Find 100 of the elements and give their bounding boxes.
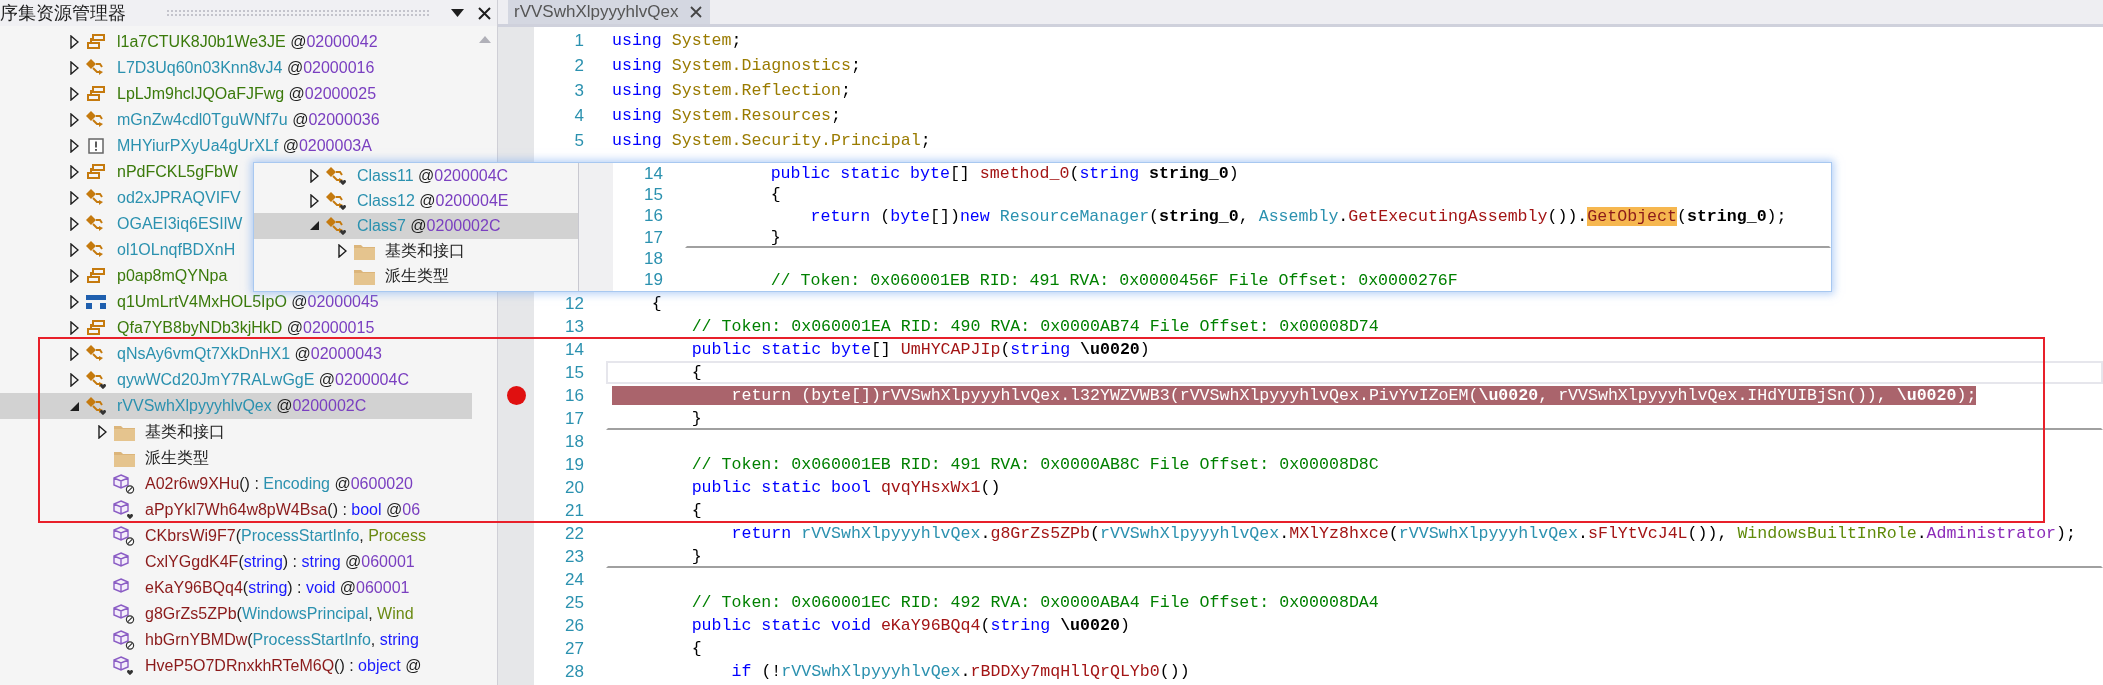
code-line: using System.Resources; <box>611 105 843 127</box>
tree-item[interactable]: qNsAy6vmQt7XkDnHX1 @02000043 <box>0 341 472 367</box>
line-number: 15 <box>643 184 663 205</box>
breakpoint-dot[interactable] <box>506 386 526 405</box>
class-heart-icon <box>325 190 347 211</box>
code-line: { <box>690 500 703 522</box>
tree-item[interactable]: HveP5O7DRnxkhRTeM6Q() : object @ <box>0 653 472 679</box>
line-number: 13 <box>564 316 584 337</box>
tree-item[interactable]: Qfa7YB8byNDb3kjHkD @02000015 <box>0 315 472 341</box>
tree-item[interactable]: hbGrnYBMDw(ProcessStartInfo, string <box>0 627 472 653</box>
folder-icon <box>353 242 375 260</box>
triangle-corner-icon[interactable] <box>68 400 80 412</box>
tree-item[interactable]: 派生类型 <box>254 263 578 289</box>
code-line: using System.Security.Principal; <box>611 130 932 152</box>
triangle-right-icon[interactable] <box>309 168 319 183</box>
class-heart-icon <box>85 370 107 390</box>
triangle-right-icon[interactable] <box>69 347 79 361</box>
tree-item[interactable]: 基类和接口 <box>0 419 472 445</box>
line-number: 18 <box>564 431 584 452</box>
close-icon[interactable] <box>478 6 491 20</box>
tree-item[interactable]: rVVSwhXlpyyyhlvQex @0200002C <box>0 393 472 419</box>
cube-icon <box>113 500 135 520</box>
triangle-right-icon[interactable] <box>69 321 79 335</box>
line-number: 17 <box>564 408 584 429</box>
tree-item[interactable]: Class7 @0200002C <box>254 213 578 239</box>
triangle-right-icon[interactable] <box>69 373 79 387</box>
folder-icon <box>353 267 375 285</box>
class-heart-icon <box>325 165 347 186</box>
code-line: } <box>606 545 2103 568</box>
code-line: { <box>769 184 782 206</box>
triangle-right-icon[interactable] <box>69 269 79 283</box>
line-number: 24 <box>564 569 584 590</box>
cube-icon <box>113 656 135 676</box>
line-number: 26 <box>564 615 584 636</box>
code-line: return (byte[])new ResourceManager(string_0, Assembly.GetExecutingAssembly()).GetObject(string_0); <box>809 205 1788 227</box>
line-number: 25 <box>564 592 584 613</box>
tree-item[interactable]: Class12 @0200004E <box>254 188 578 214</box>
tree-item[interactable]: eKaY96BQq4(string) : void @060001 <box>0 575 472 601</box>
code-line: public static bool qvqYHsxWx1() <box>690 477 1002 499</box>
tree-item[interactable]: g8GrZs5ZPb(WindowsPrincipal, Wind <box>0 601 472 627</box>
editor-tab[interactable]: rVVSwhXlpyyyhlvQex <box>508 0 711 24</box>
triangle-right-icon[interactable] <box>309 193 319 208</box>
code-line: // Token: 0x060001EB RID: 491 RVA: 0x0000AB8C File Offset: 0x00008D8C <box>690 454 1380 476</box>
triangle-right-icon[interactable] <box>69 87 79 101</box>
exclamation-square-icon <box>88 138 104 154</box>
triangle-corner-icon[interactable] <box>308 220 320 232</box>
tree-item[interactable]: LpLJm9hclJQOaFJFwg @02000025 <box>0 81 472 107</box>
code-line: using System.Diagnostics; <box>611 55 862 77</box>
tree-item[interactable]: q1UmLrtV4MxHOL5IpO @02000045 <box>0 289 472 315</box>
tree-item[interactable]: L7D3Uq60n03Knn8vJ4 @02000016 <box>0 55 472 81</box>
tree-item[interactable]: Class11 @0200004C <box>254 163 578 189</box>
class-heart-icon <box>85 396 107 416</box>
code-line: public static byte[] smethod_0(string string_0) <box>769 163 1240 185</box>
code-line: if (!rVVSwhXlpyyyhlvQex.rBDDXy7mqHllQrQLYb0()) <box>730 661 1191 683</box>
triangle-right-icon[interactable] <box>97 425 107 439</box>
line-number: 15 <box>564 362 584 383</box>
class-heart-icon <box>325 215 347 236</box>
triangle-right-icon[interactable] <box>337 244 347 259</box>
code-line: using System.Reflection; <box>611 80 852 102</box>
tree-item[interactable]: A02r6w9XHu() : Encoding @0600020 <box>0 471 472 497</box>
triangle-right-icon[interactable] <box>69 35 79 49</box>
stacked-boxes-icon <box>86 268 106 284</box>
tree-item[interactable]: qywWCd20JmY7RALwGgE @0200004C <box>0 367 472 393</box>
triangle-right-icon[interactable] <box>69 113 79 127</box>
code-line: // Token: 0x060001EA RID: 490 RVA: 0x0000AB74 File Offset: 0x00008D74 <box>690 316 1380 338</box>
tree-item[interactable]: CxlYGgdK4F(string) : string @060001 <box>0 549 472 575</box>
close-icon[interactable] <box>690 6 703 18</box>
tree-item[interactable]: MHYiurPXyUa4gUrXLf @0200003A <box>0 133 472 159</box>
line-number: 3 <box>573 80 584 101</box>
tree-item[interactable]: 基类和接口 <box>254 238 578 264</box>
triangle-right-icon[interactable] <box>69 165 79 179</box>
cube-icon <box>113 604 135 624</box>
code-line: return rVVSwhXlpyyyhlvQex.g8GrZs5ZPb(rVVSwhXlpyyyhlvQex.MXlYz8hxce(rVVSwhXlpyyyhlvQex.sFlYtVcJ4L()), WindowsBuiltInRole.Administrator); <box>730 523 2077 545</box>
dropdown-icon[interactable] <box>451 9 464 17</box>
code-line: // Token: 0x060001EB RID: 491 RVA: 0x0000456F File Offset: 0x0000276F <box>769 269 1459 291</box>
tree-item[interactable]: aPpYkl7Wh64w8pW4Bsa() : bool @06 <box>0 497 472 523</box>
triangle-right-icon[interactable] <box>69 61 79 75</box>
code-line: public static byte[] UmHYCAPJIp(string \u0020) <box>690 339 1151 361</box>
line-number: 12 <box>564 293 584 314</box>
code-line: } <box>606 407 2103 430</box>
code-line: public static void eKaY96BQq4(string \u0020) <box>690 615 1131 637</box>
stacked-boxes-icon <box>86 34 106 50</box>
stacked-boxes-icon <box>86 164 106 180</box>
line-number: 14 <box>564 339 584 360</box>
tree-item[interactable]: 派生类型 <box>0 445 472 471</box>
tree-item[interactable]: l1a7CTUK8J0b1We3JE @02000042 <box>0 29 472 55</box>
triangle-right-icon[interactable] <box>69 243 79 257</box>
cube-icon <box>113 630 135 650</box>
code-line: { <box>690 638 703 660</box>
tree-item[interactable]: mGnZw4cdl0TguWNf7u @02000036 <box>0 107 472 133</box>
tree-item[interactable]: CKbrsWi9F7(ProcessStartInfo, Process <box>0 523 472 549</box>
line-number: 28 <box>564 661 584 682</box>
triangle-right-icon[interactable] <box>69 295 79 309</box>
triangle-right-icon[interactable] <box>69 191 79 205</box>
triangle-right-icon[interactable] <box>69 217 79 231</box>
line-number: 27 <box>564 638 584 659</box>
triangle-right-icon[interactable] <box>69 139 79 153</box>
line-number: 4 <box>573 105 584 126</box>
line-number: 19 <box>564 454 584 475</box>
folder-icon <box>113 449 135 467</box>
